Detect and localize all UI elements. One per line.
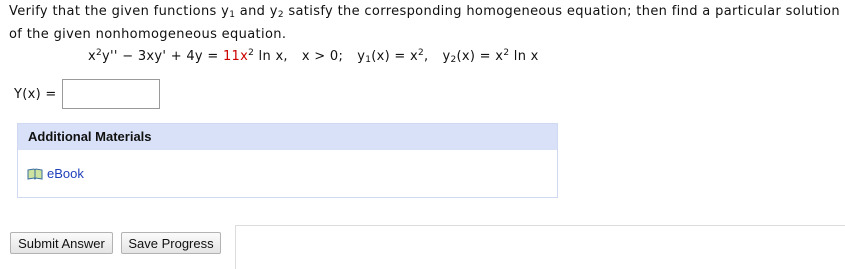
eq-rhs-tail: ln x, — [254, 49, 288, 64]
answer-row: Y(x) = — [14, 78, 160, 110]
question-text-part1: Verify that the given functions — [9, 4, 222, 19]
additional-materials-panel: Additional Materials eBook — [17, 123, 558, 198]
footer-divider — [236, 225, 845, 226]
eq-y1-label: y — [357, 49, 366, 64]
eq-y1-def: (x) = x — [371, 49, 419, 64]
equation: x2y'' − 3xy' + 4y = 11x2 ln x, x > 0; y1(x… — [88, 48, 539, 65]
eq-rhs-coefficient: 11x — [222, 49, 249, 64]
ebook-link[interactable]: eBook — [27, 166, 84, 181]
eq-condition: x > 0; — [301, 49, 344, 64]
additional-materials-header: Additional Materials — [18, 124, 557, 150]
eq-lhs-rest: y'' − 3xy' + 4y = — [102, 49, 223, 64]
y1-symbol: y — [221, 4, 230, 19]
save-progress-button[interactable]: Save Progress — [121, 232, 221, 254]
book-icon — [27, 167, 43, 180]
ebook-label: eBook — [47, 166, 84, 181]
question-text: Verify that the given functions y1 and y… — [9, 2, 844, 44]
footer-divider-vertical — [235, 225, 236, 269]
eq-lhs-x: x — [88, 49, 96, 64]
answer-input[interactable] — [62, 79, 160, 109]
answer-label: Y(x) = — [14, 86, 57, 102]
eq-y1-end: , — [424, 49, 429, 64]
eq-y2-end: ln x — [509, 49, 539, 64]
submit-answer-button[interactable]: Submit Answer — [10, 232, 113, 254]
question-text-and: and — [235, 4, 270, 19]
eq-y2-def: (x) = x — [456, 49, 504, 64]
y2-symbol: y — [269, 4, 278, 19]
